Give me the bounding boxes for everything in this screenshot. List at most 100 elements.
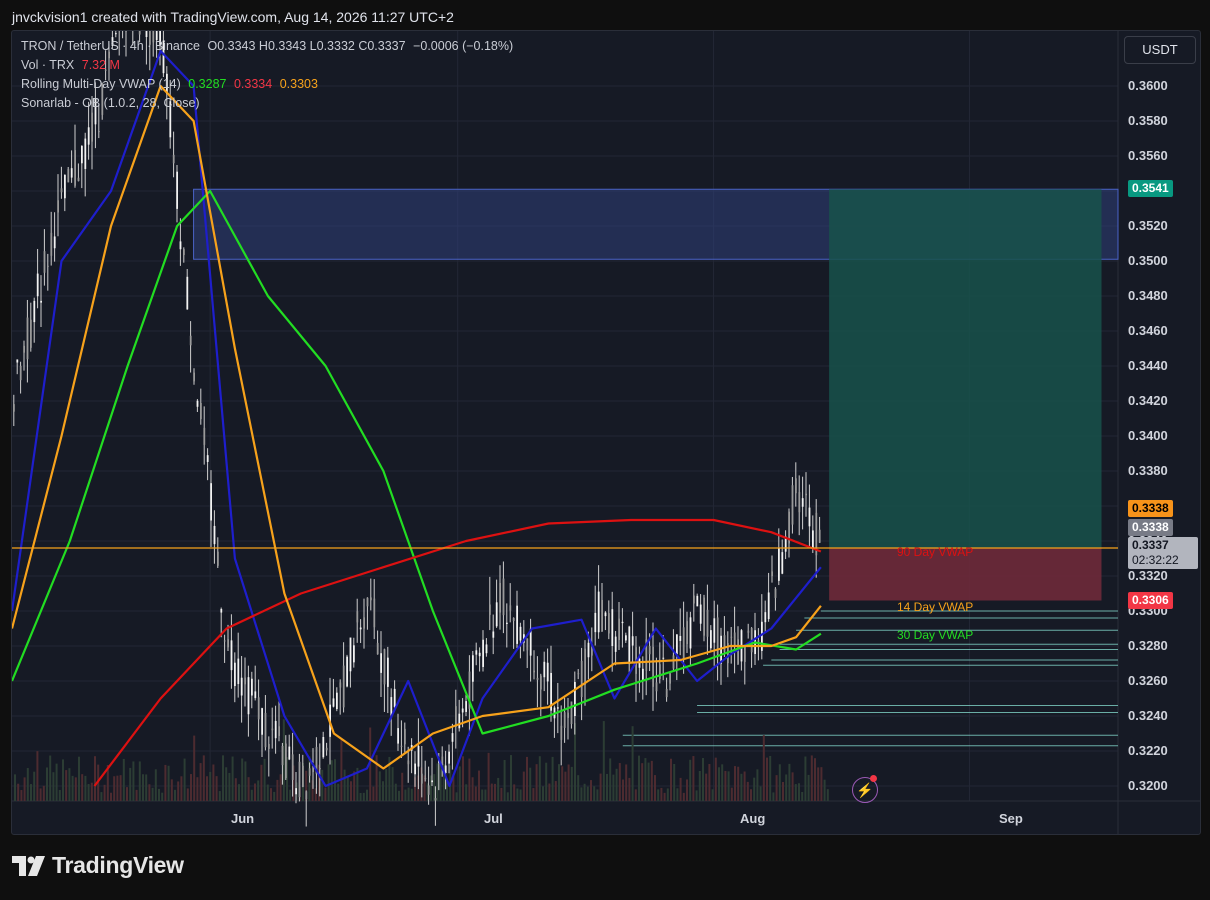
candle-body xyxy=(196,400,199,407)
candle-body xyxy=(812,530,814,549)
volume-bar xyxy=(228,772,231,801)
candle-body xyxy=(353,645,355,663)
legend-vwap-row: Rolling Multi-Day VWAP (14) 0.3287 0.333… xyxy=(21,77,322,91)
price-label-orange: 0.3338 xyxy=(1128,500,1173,517)
price-tick-label: 0.3400 xyxy=(1128,428,1168,443)
volume-bar xyxy=(657,789,660,801)
candle-body xyxy=(546,662,549,682)
volume-bar xyxy=(778,764,781,801)
candle-body xyxy=(278,726,280,736)
volume-bar xyxy=(138,761,141,801)
candle-body xyxy=(50,232,53,256)
candle-body xyxy=(370,597,372,601)
candle-body xyxy=(703,597,705,636)
volume-bar xyxy=(151,787,154,801)
candle-body xyxy=(475,650,478,655)
volume-bar xyxy=(775,775,778,801)
volume-bar xyxy=(193,735,196,801)
volume-bar xyxy=(695,790,698,801)
volume-bar xyxy=(798,783,800,801)
volume-bar xyxy=(660,787,663,801)
time-tick-sep: Sep xyxy=(999,811,1023,826)
vwap-14-label: 14 Day VWAP xyxy=(897,600,974,614)
volume-bar xyxy=(439,765,442,801)
volume-bar xyxy=(561,766,564,801)
volume-bar xyxy=(513,784,516,801)
volume-bar xyxy=(71,775,74,801)
volume-bar xyxy=(762,735,765,801)
candle-body xyxy=(223,640,226,642)
volume-bar xyxy=(570,766,573,801)
legend-vwap-label[interactable]: Rolling Multi-Day VWAP (14) xyxy=(21,77,181,91)
time-tick-jun: Jun xyxy=(231,811,255,826)
volume-bar xyxy=(817,767,820,801)
candle-body xyxy=(261,708,263,735)
volume-bar xyxy=(218,791,221,801)
price-tick-label: 0.3560 xyxy=(1128,148,1168,163)
volume-bar xyxy=(574,723,576,801)
candle-body xyxy=(706,609,709,637)
legend-symbol[interactable]: TRON / TetherUS · 4h · Binance xyxy=(21,39,200,53)
legend-ob-label[interactable]: Sonarlab - OB (1.0.2, 28, Close) xyxy=(21,96,200,110)
legend-volume-label[interactable]: Vol · TRX xyxy=(21,58,74,72)
candle-body xyxy=(730,636,733,638)
tradingview-logo[interactable]: TradingView xyxy=(12,852,184,879)
candle-body xyxy=(584,648,586,685)
candle-body xyxy=(696,595,699,607)
candle-body xyxy=(747,630,750,633)
volume-bar xyxy=(698,770,701,801)
candle-body xyxy=(206,455,209,462)
volume-bar xyxy=(186,788,189,801)
volume-bar xyxy=(625,764,628,801)
candle-body xyxy=(291,754,294,780)
volume-bar xyxy=(135,789,138,801)
candle-body xyxy=(407,760,410,765)
price-label-stop: 0.3306 xyxy=(1128,592,1173,609)
volume-bar xyxy=(823,779,826,801)
candle-body xyxy=(53,236,56,249)
candle-body xyxy=(801,498,804,507)
candle-body xyxy=(322,736,325,758)
candle-body xyxy=(19,365,22,381)
time-tick-jul: Jul xyxy=(484,811,503,826)
volume-bar xyxy=(465,784,468,801)
volume-bar xyxy=(526,756,528,801)
price-label-last-close: 0.3338 xyxy=(1128,519,1173,536)
candle-body xyxy=(288,746,291,760)
volume-bar xyxy=(353,771,356,801)
candle-body xyxy=(295,788,297,795)
candle-body xyxy=(57,200,59,213)
vwap-30-label: 30 Day VWAP xyxy=(897,628,974,642)
volume-bar xyxy=(231,756,234,801)
volume-bar xyxy=(545,762,548,801)
candle-body xyxy=(693,595,695,604)
candle-body xyxy=(628,626,631,665)
candle-body xyxy=(519,626,522,641)
volume-bar xyxy=(366,789,368,801)
price-chart[interactable] xyxy=(12,31,1200,834)
candle-body xyxy=(47,265,49,267)
price-tick-label: 0.3480 xyxy=(1128,288,1168,303)
candle-body xyxy=(179,241,182,250)
legend-ohlc: O0.3343 H0.3343 L0.3332 C0.3337 xyxy=(207,39,406,53)
volume-bar xyxy=(254,783,256,801)
volume-bar xyxy=(746,781,749,801)
volume-bar xyxy=(484,789,487,801)
volume-bar xyxy=(663,792,666,801)
volume-bar xyxy=(794,784,797,801)
volume-bar xyxy=(622,779,624,801)
candle-body xyxy=(533,670,535,673)
volume-bar xyxy=(650,760,653,801)
candle-body xyxy=(461,708,464,713)
price-tick-label: 0.3500 xyxy=(1128,253,1168,268)
candle-body xyxy=(346,656,348,687)
candle-body xyxy=(424,777,427,780)
chart-panel[interactable]: TRON / TetherUS · 4h · Binance O0.3343 H… xyxy=(11,30,1201,835)
volume-bar xyxy=(494,783,496,801)
candle-body xyxy=(478,652,481,657)
candle-body xyxy=(662,657,665,659)
candle-body xyxy=(64,174,66,199)
zone-target xyxy=(829,189,1102,548)
currency-unit-button[interactable]: USDT xyxy=(1124,36,1196,64)
volume-bar xyxy=(90,782,93,801)
